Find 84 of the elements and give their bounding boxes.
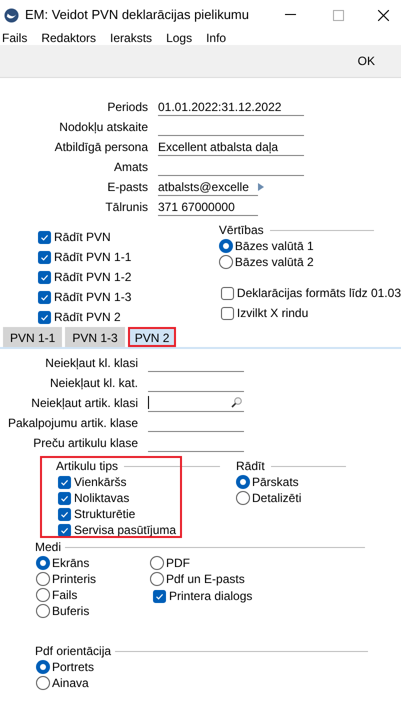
checkbox-label: Rādīt PVN 1-3 xyxy=(54,289,132,306)
radio-label: Ekrāns xyxy=(52,555,90,572)
group-label: Pdf orientācija xyxy=(35,643,112,660)
checkbox[interactable] xyxy=(220,306,234,320)
input-field[interactable]: 01.01.2022:31.12.2022 xyxy=(158,98,304,116)
field-label: Periods xyxy=(106,99,149,116)
field-label: Neiekļaut kl. klasi xyxy=(44,355,139,372)
checkbox-label: Strukturētie xyxy=(74,506,136,523)
checkbox-label: Printera dialogs xyxy=(169,588,252,605)
radio-button[interactable] xyxy=(236,491,250,505)
radio-button[interactable] xyxy=(36,572,50,586)
checkbox-label: Vienkāršs xyxy=(74,474,126,491)
radio-label: Detalizēti xyxy=(252,490,302,507)
group-label: Artikulu tips xyxy=(56,458,118,475)
arrow-icon[interactable] xyxy=(258,183,264,191)
menu-item[interactable]: Redaktors xyxy=(41,28,96,46)
radio-button[interactable] xyxy=(218,239,233,253)
radio-label: Pdf un E-pasts xyxy=(166,571,245,588)
radio-label: Buferis xyxy=(52,603,90,620)
checkbox-label: Rādīt PVN 2 xyxy=(54,309,121,326)
checkbox-label: Servisa pasūtījuma xyxy=(74,522,176,539)
input-field[interactable]: Excellent atbalsta daļa xyxy=(158,138,304,156)
checkbox[interactable] xyxy=(58,492,71,504)
field-label: Tālrunis xyxy=(104,199,149,216)
radio-label: Printeris xyxy=(52,571,96,588)
checkbox-label: Rādīt PVN 1-1 xyxy=(54,249,132,266)
radio-button[interactable] xyxy=(236,475,250,489)
checkbox[interactable] xyxy=(58,476,71,488)
tab[interactable]: PVN 1-3 xyxy=(65,327,125,347)
field-label: Nodokļu atskaite xyxy=(58,119,149,136)
menu-item[interactable]: Ieraksts xyxy=(110,28,152,46)
menu-item[interactable]: Logs xyxy=(166,28,192,46)
app-logo-icon xyxy=(4,8,19,22)
tab[interactable]: PVN 2 xyxy=(128,327,176,347)
checkbox[interactable] xyxy=(38,310,51,324)
checkbox[interactable] xyxy=(38,230,51,244)
input-field[interactable]: atbalsts@excelle xyxy=(158,178,258,196)
field-label: Amats xyxy=(112,159,149,176)
radio-label: Bāzes valūtā 2 xyxy=(234,254,314,271)
field-label: Atbildīgā persona xyxy=(54,139,149,156)
checkbox[interactable] xyxy=(58,508,71,520)
radio-label: Ainava xyxy=(52,675,89,692)
radio-button[interactable] xyxy=(218,255,233,269)
radio-label: Portrets xyxy=(52,659,94,676)
menu-item[interactable]: Info xyxy=(206,28,226,46)
radio-label: Pārskats xyxy=(252,474,299,491)
radio-button[interactable] xyxy=(36,660,50,674)
checkbox[interactable] xyxy=(220,286,234,300)
radio-button[interactable] xyxy=(36,604,50,618)
radio-button[interactable] xyxy=(36,588,50,602)
checkbox[interactable] xyxy=(153,590,166,602)
field-label: Neiekļaut kl. kat. xyxy=(48,375,139,392)
radio-button[interactable] xyxy=(150,556,164,570)
field-label: Neiekļaut artik. klasi xyxy=(30,395,139,412)
checkbox-label: Rādīt PVN 1-2 xyxy=(54,269,132,286)
radio-button[interactable] xyxy=(150,572,164,586)
group-label: Rādīt xyxy=(236,458,265,475)
checkbox-label: Deklarācijas formāts līdz 01.03 xyxy=(236,285,401,302)
ok-button[interactable]: OK xyxy=(358,52,375,70)
tab[interactable]: PVN 1-1 xyxy=(3,327,62,347)
menu-item[interactable]: Fails xyxy=(2,28,28,46)
checkbox-label: Rādīt PVN xyxy=(54,229,111,246)
minimize-icon[interactable] xyxy=(285,14,296,16)
group-label: Vērtības xyxy=(218,222,264,239)
radio-button[interactable] xyxy=(36,556,50,570)
checkbox[interactable] xyxy=(38,250,51,264)
search-icon[interactable] xyxy=(231,397,242,408)
checkbox[interactable] xyxy=(38,290,51,304)
field-label: Preču artikulu klase xyxy=(32,435,139,452)
input-field[interactable]: 371 67000000 xyxy=(158,198,258,216)
checkbox[interactable] xyxy=(58,524,71,536)
radio-label: Fails xyxy=(52,587,78,604)
checkbox[interactable] xyxy=(38,270,51,284)
lookup-field[interactable] xyxy=(148,394,244,412)
close-icon[interactable] xyxy=(378,10,389,20)
field-label: Pakalpojumu artik. klase xyxy=(6,415,139,432)
checkbox-label: Noliktavas xyxy=(74,490,130,507)
window-title: EM: Veidot PVN deklarācijas pielikumu xyxy=(25,6,249,24)
field-label: E-pasts xyxy=(106,179,149,196)
radio-label: PDF xyxy=(166,555,190,572)
radio-label: Bāzes valūtā 1 xyxy=(234,238,314,255)
radio-button[interactable] xyxy=(36,676,50,690)
checkbox-label: Izvilkt X rindu xyxy=(236,305,308,322)
group-label: Medi xyxy=(35,539,62,556)
